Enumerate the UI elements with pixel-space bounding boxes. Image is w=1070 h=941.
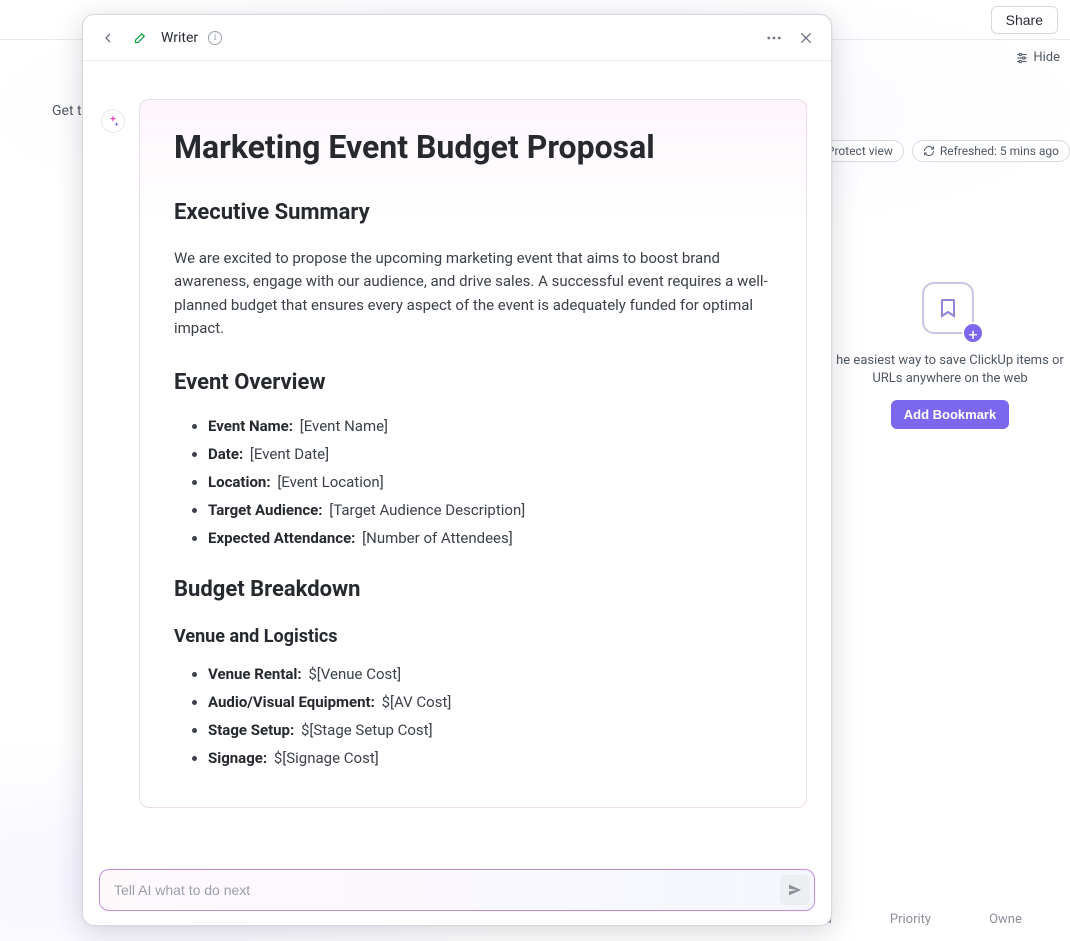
protect-view-label: Protect view xyxy=(827,144,893,158)
bookmark-description: he easiest way to save ClickUp items or … xyxy=(836,352,1064,388)
close-button[interactable] xyxy=(795,27,817,49)
ai-sparkle-badge xyxy=(101,109,125,133)
send-icon xyxy=(787,882,803,898)
col-owner: Owne xyxy=(989,912,1022,927)
exec-summary-body: We are excited to propose the upcoming m… xyxy=(174,247,772,340)
list-item: Date: [Event Date] xyxy=(208,445,772,463)
exec-summary-heading: Executive Summary xyxy=(174,200,772,225)
overview-list: Event Name: [Event Name] Date: [Event Da… xyxy=(174,417,772,547)
add-bookmark-button[interactable]: Add Bookmark xyxy=(891,400,1009,429)
venue-subheading: Venue and Logistics xyxy=(174,626,772,647)
column-headers: End Priority Owne xyxy=(810,912,1070,927)
hide-button[interactable]: Hide xyxy=(1015,50,1060,65)
plus-icon: + xyxy=(962,322,984,344)
truncated-toast-text: Get t xyxy=(52,103,82,119)
list-item: Event Name: [Event Name] xyxy=(208,417,772,435)
pencil-icon xyxy=(133,30,148,45)
secondary-toolbar: Hide xyxy=(1015,50,1060,65)
back-button[interactable] xyxy=(97,27,119,49)
more-button[interactable] xyxy=(763,27,785,49)
writer-header: Writer i xyxy=(83,15,831,61)
list-item: Expected Attendance: [Number of Attendee… xyxy=(208,529,772,547)
list-item: Audio/Visual Equipment: $[AV Cost] xyxy=(208,693,772,711)
writer-footer xyxy=(83,861,831,925)
sliders-icon xyxy=(1015,51,1029,65)
dots-icon xyxy=(765,29,783,47)
refresh-icon xyxy=(923,145,935,157)
info-icon[interactable]: i xyxy=(208,31,222,45)
refreshed-label: Refreshed: 5 mins ago xyxy=(940,144,1059,158)
hide-label: Hide xyxy=(1033,50,1060,65)
bookmark-empty-state: + he easiest way to save ClickUp items o… xyxy=(830,282,1070,429)
document-scroll[interactable]: Marketing Event Budget Proposal Executiv… xyxy=(139,99,813,851)
budget-breakdown-heading: Budget Breakdown xyxy=(174,577,772,602)
chevron-left-icon xyxy=(100,30,116,46)
list-item: Venue Rental: $[Venue Cost] xyxy=(208,665,772,683)
ai-input-container xyxy=(99,869,815,911)
event-overview-heading: Event Overview xyxy=(174,370,772,395)
send-button[interactable] xyxy=(780,875,810,905)
edit-button[interactable] xyxy=(129,27,151,49)
sparkle-icon xyxy=(106,114,120,128)
right-panel: Protect view Refreshed: 5 mins ago + he … xyxy=(830,140,1070,429)
bookmark-icon xyxy=(936,296,960,320)
close-icon xyxy=(798,30,814,46)
ai-prompt-input[interactable] xyxy=(114,882,780,898)
list-item: Stage Setup: $[Stage Setup Cost] xyxy=(208,721,772,739)
list-item: Signage: $[Signage Cost] xyxy=(208,749,772,767)
writer-modal: Writer i Marketing Event Budget Proposal… xyxy=(82,14,832,926)
writer-title: Writer xyxy=(161,30,198,46)
document-card: Marketing Event Budget Proposal Executiv… xyxy=(139,99,807,808)
venue-list: Venue Rental: $[Venue Cost] Audio/Visual… xyxy=(174,665,772,767)
doc-title: Marketing Event Budget Proposal xyxy=(174,128,772,166)
list-item: Target Audience: [Target Audience Descri… xyxy=(208,501,772,519)
list-item: Location: [Event Location] xyxy=(208,473,772,491)
refreshed-pill[interactable]: Refreshed: 5 mins ago xyxy=(912,140,1070,162)
share-button[interactable]: Share xyxy=(991,6,1058,34)
col-priority: Priority xyxy=(890,912,931,927)
